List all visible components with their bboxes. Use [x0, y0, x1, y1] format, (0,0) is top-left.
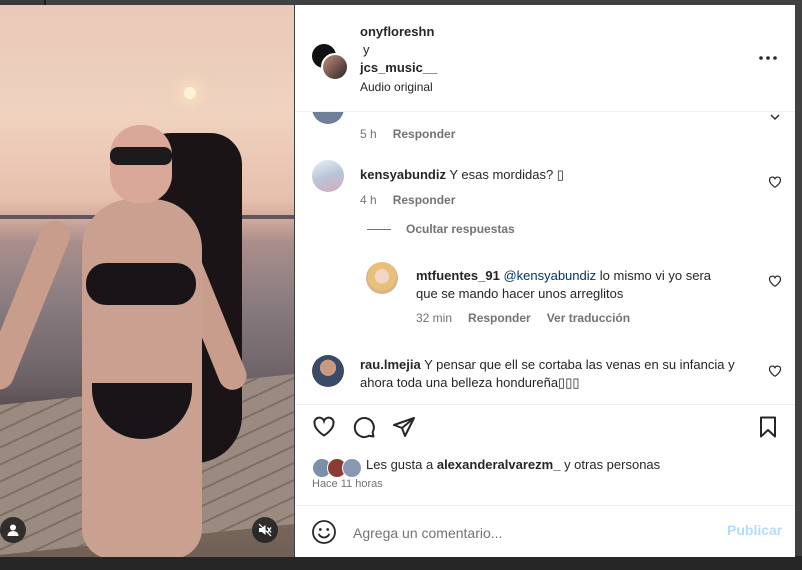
comment-composer: Publicar — [295, 505, 795, 558]
hide-replies-button[interactable]: Ocultar respuestas — [406, 222, 515, 236]
reply-text: mtfuentes_91 @kensyabundiz lo mismo vi y… — [416, 267, 756, 303]
person-figure — [0, 115, 251, 557]
reply-button[interactable]: Responder — [393, 193, 456, 207]
likes-summary: Les gusta a alexanderalvarezm_ y otras p… — [366, 457, 660, 472]
heart-icon[interactable] — [768, 274, 782, 288]
comment-body-line1: Y pensar que ell se cortaba las venas en… — [424, 357, 735, 372]
speaker-muted-icon — [258, 523, 272, 537]
likes-prefix: Les gusta a — [366, 457, 434, 472]
comments-list[interactable]: 5 h Responder kensyabundiz Y esas mordida… — [295, 112, 795, 404]
comment-username[interactable]: rau.lmejia — [360, 357, 421, 372]
avatar[interactable] — [342, 458, 362, 478]
avatar[interactable] — [366, 262, 398, 294]
comment-username[interactable]: kensyabundiz — [360, 167, 446, 182]
swimsuit-top — [86, 263, 196, 305]
reply-mention[interactable]: @kensyabundiz — [503, 268, 596, 283]
heart-icon[interactable] — [768, 175, 782, 189]
author-connector: y — [363, 42, 370, 57]
avatar[interactable] — [312, 355, 344, 387]
header-avatars[interactable] — [311, 43, 349, 81]
post-header: onyfloreshn y jcs_music__ Audio original — [295, 5, 795, 112]
more-horizontal-icon — [759, 56, 777, 60]
reply-body-line2: que se mando hacer unos arreglitos — [416, 286, 624, 301]
post-actions: Les gusta a alexanderalvarezm_ y otras p… — [295, 404, 795, 505]
avatar[interactable] — [312, 112, 344, 124]
tagged-users-button[interactable] — [0, 517, 26, 543]
comment-icon[interactable] — [352, 415, 376, 439]
coauthor-username[interactable]: jcs_music__ — [360, 60, 437, 75]
translate-button[interactable]: Ver traducción — [547, 311, 630, 325]
post-panel: onyfloreshn y jcs_music__ Audio original… — [295, 5, 795, 557]
more-options-button[interactable] — [756, 47, 780, 69]
avatar[interactable] — [312, 160, 344, 192]
hide-replies-line — [367, 229, 391, 230]
reply-button[interactable]: Responder — [393, 127, 456, 141]
share-icon[interactable] — [392, 415, 416, 439]
reply-body-line1: lo mismo vi yo sera — [599, 268, 712, 283]
comment-meta: 4 h Responder — [360, 193, 471, 207]
reply-username[interactable]: mtfuentes_91 — [416, 268, 500, 283]
comment-time: 4 h — [360, 193, 377, 207]
reply-button[interactable]: Responder — [468, 311, 531, 325]
heart-icon[interactable] — [768, 364, 782, 378]
sunglasses — [110, 147, 172, 165]
chevron-down-icon[interactable] — [768, 112, 782, 124]
comment-input[interactable] — [351, 522, 715, 544]
body — [82, 199, 202, 557]
comment-body: Y esas mordidas? ▯ — [449, 167, 564, 182]
comment-text: rau.lmejia Y pensar que ell se cortaba l… — [360, 356, 760, 392]
post-media[interactable] — [0, 5, 294, 557]
comment-meta: 5 h Responder — [360, 127, 471, 141]
backdrop-strip — [0, 556, 802, 570]
emoji-icon[interactable] — [311, 519, 337, 545]
comment-text: kensyabundiz Y esas mordidas? ▯ — [360, 166, 564, 184]
avatar[interactable] — [321, 53, 349, 81]
author-username[interactable]: onyfloreshn — [360, 24, 434, 39]
likers-avatars[interactable] — [312, 458, 364, 478]
liker-username[interactable]: alexanderalvarezm_ — [437, 457, 561, 472]
sun — [184, 87, 196, 99]
audio-label[interactable]: Audio original — [360, 80, 433, 94]
reply-time: 32 min — [416, 311, 453, 325]
arm-left — [0, 215, 75, 395]
user-icon — [7, 524, 19, 536]
publish-button[interactable]: Publicar — [727, 522, 782, 538]
bookmark-icon[interactable] — [756, 415, 780, 439]
likes-others[interactable]: y otras personas — [564, 457, 660, 472]
heart-icon[interactable] — [312, 415, 336, 439]
comment-body-line2: ahora toda una belleza hondureña▯▯▯ — [360, 375, 580, 390]
post-timestamp[interactable]: Hace 11 horas — [312, 478, 383, 490]
mute-button[interactable] — [252, 517, 278, 543]
comment-time: 5 h — [360, 127, 377, 141]
reply-meta: 32 min Responder Ver traducción — [416, 311, 646, 325]
